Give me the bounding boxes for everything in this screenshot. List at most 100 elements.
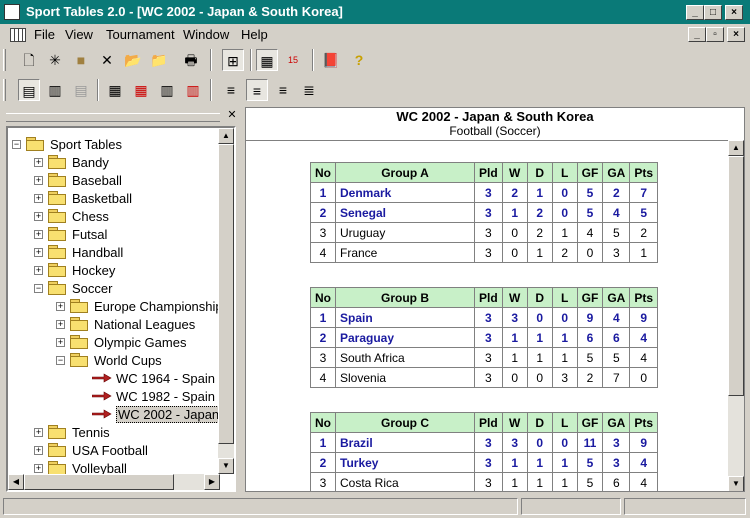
expand-icon[interactable]: + [56,338,65,347]
scroll-thumb[interactable] [218,144,234,444]
menu-tournament[interactable]: Tournament [106,27,175,42]
columns-1-icon[interactable]: ▦ [104,79,126,101]
tree-vertical-scrollbar[interactable]: ▲ ▼ [218,128,234,474]
app-icon[interactable] [4,4,20,20]
expand-icon[interactable]: + [34,212,43,221]
expand-icon[interactable]: + [34,230,43,239]
child-close-button[interactable]: × [727,27,745,42]
rank-cell: 1 [310,182,336,203]
maximize-button[interactable]: □ [704,5,722,20]
toolbar-grip[interactable] [3,49,6,71]
align-justify-icon[interactable]: ≣ [298,79,320,101]
open-icon[interactable]: 📂 [122,49,144,71]
standings-vertical-scrollbar[interactable]: ▲ ▼ [728,140,744,491]
team-name-cell: South Africa [335,347,475,368]
new-icon[interactable]: 🗋 [18,49,40,71]
pts-cell: 4 [629,472,659,491]
calendar-icon[interactable]: 15 [282,49,304,71]
child-minimize-button[interactable]: _ [688,27,706,42]
square-icon[interactable]: ■ [70,49,92,71]
collapse-icon[interactable]: − [34,284,43,293]
scroll-down-icon[interactable]: ▼ [728,476,744,491]
child-restore-button[interactable]: ▫ [706,27,724,42]
align-center-icon[interactable]: ≡ [246,79,268,101]
table-row[interactable]: 2 Senegal 3 1 2 0 5 4 5 [310,202,659,223]
collapse-icon[interactable]: − [56,356,65,365]
tree-view[interactable]: − Sport Tables + Bandy + Baseball + Basketba… [6,126,236,492]
table-row[interactable]: 4 France 3 0 1 2 0 3 1 [310,242,659,263]
window-title: Sport Tables 2.0 - [WC 2002 - Japan & So… [26,4,343,19]
table-row[interactable]: 2 Paraguay 3 1 1 1 6 6 4 [310,327,659,348]
table-layout-1-icon[interactable]: ▤ [18,79,40,101]
menu-help[interactable]: Help [241,27,268,42]
table-row[interactable]: 4 Slovenia 3 0 0 3 2 7 0 [310,367,659,388]
tree-panel-header[interactable]: ✕ [4,110,240,124]
scroll-thumb[interactable] [728,156,744,396]
expand-icon[interactable]: + [34,266,43,275]
menu-view[interactable]: View [65,27,93,42]
folder-icon [70,317,88,331]
folder-icon [48,191,66,205]
tree-horizontal-scrollbar[interactable]: ◀ ▶ [8,474,220,490]
close-button[interactable]: × [725,5,743,20]
expand-icon[interactable]: + [34,428,43,437]
tournament-arrow-icon [92,391,112,401]
expand-icon[interactable]: + [34,176,43,185]
close-icon[interactable]: ✕ [226,110,238,122]
align-right-icon[interactable]: ≡ [272,79,294,101]
menu-file[interactable]: File [34,27,55,42]
columns-3-icon[interactable]: ▥ [156,79,178,101]
table-row[interactable]: 1 Spain 3 3 0 0 9 4 9 [310,307,659,328]
scroll-thumb[interactable] [24,474,174,490]
collapse-icon[interactable]: − [12,140,21,149]
print-icon[interactable]: 🖶 [180,49,202,71]
l-cell: 2 [551,242,578,263]
table-layout-2-icon[interactable]: ▥ [44,79,66,101]
expand-icon[interactable]: + [34,158,43,167]
columns-2-icon[interactable]: ▦ [130,79,152,101]
table-layout-3-icon[interactable]: ▤ [70,79,92,101]
tree-icon[interactable]: ⊞ [222,49,244,71]
column-header: W [501,287,528,308]
column-header: No [310,412,336,433]
expand-icon[interactable]: + [34,194,43,203]
standings-header: WC 2002 - Japan & South Korea Football (… [246,108,744,141]
rank-cell: 4 [310,367,336,388]
table-row[interactable]: 3 South Africa 3 1 1 1 5 5 4 [310,347,659,368]
expand-icon[interactable]: + [34,464,43,473]
w-cell: 1 [501,347,528,368]
document-icon[interactable] [10,28,26,42]
minimize-button[interactable]: _ [686,5,704,20]
scroll-up-icon[interactable]: ▲ [218,128,234,144]
team-name-cell: Spain [335,307,475,328]
table-row[interactable]: 3 Costa Rica 3 1 1 1 5 6 4 [310,472,659,491]
table-row[interactable]: 1 Denmark 3 2 1 0 5 2 7 [310,182,659,203]
gf-cell: 5 [576,202,604,223]
table-row[interactable]: 1 Brazil 3 3 0 0 11 3 9 [310,432,659,453]
scroll-down-icon[interactable]: ▼ [218,458,234,474]
folder-icon [48,443,66,457]
scroll-right-icon[interactable]: ▶ [204,474,220,490]
scroll-up-icon[interactable]: ▲ [728,140,744,156]
rank-cell: 4 [310,242,336,263]
expand-icon[interactable]: + [56,302,65,311]
delete-icon[interactable]: ✕ [96,49,118,71]
table-row[interactable]: 2 Turkey 3 1 1 1 5 3 4 [310,452,659,473]
toolbar-grip[interactable] [3,79,6,101]
group-name-header: Group A [335,162,475,183]
rank-cell: 3 [310,347,336,368]
align-left-icon[interactable]: ≡ [220,79,242,101]
book-icon[interactable]: 📕 [320,49,342,71]
expand-icon[interactable]: + [34,446,43,455]
scroll-left-icon[interactable]: ◀ [8,474,24,490]
new-star-icon[interactable]: ✳ [44,49,66,71]
expand-icon[interactable]: + [56,320,65,329]
pld-cell: 3 [474,347,503,368]
save-icon[interactable]: 📁 [148,49,170,71]
columns-4-icon[interactable]: ▥ [182,79,204,101]
help-icon[interactable]: ? [348,49,370,71]
table-row[interactable]: 3 Uruguay 3 0 2 1 4 5 2 [310,222,659,243]
menu-window[interactable]: Window [183,27,229,42]
grid-icon[interactable]: ▦ [256,49,278,71]
expand-icon[interactable]: + [34,248,43,257]
